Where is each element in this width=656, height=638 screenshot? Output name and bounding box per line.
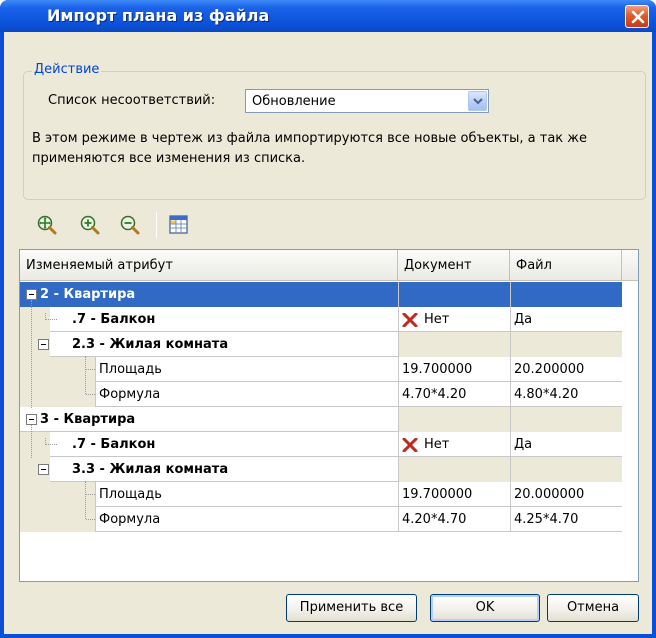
table-row[interactable]: .7 - Балкон Нет Да [20,307,622,332]
cell-attribute: Площадь [95,357,398,382]
cell-attribute: Формула [95,507,398,532]
cross-icon [402,438,418,452]
tree-line [86,394,95,395]
cell-attribute: Площадь [95,482,398,507]
tree-line [85,481,86,519]
cell-document [398,457,510,482]
cell-file: Да [510,432,622,457]
cell-file: 4.80*4.20 [510,382,622,407]
cell-attribute: .7 - Балкон [72,437,156,452]
tree-line [86,494,95,495]
chevron-down-icon [473,98,483,105]
table-row[interactable]: Формула 4.70*4.20 4.80*4.20 [20,382,622,407]
cell-document: Нет [398,432,510,457]
cell-file: 20.200000 [510,357,622,382]
window-title: Импорт плана из файла [47,6,270,25]
cell-file: 4.25*4.70 [510,507,622,532]
tree-line [45,313,46,320]
tree-line [31,300,32,408]
cell-attribute: 2 - Квартира [20,282,398,307]
cross-icon [402,313,418,327]
zoom-fit-icon [37,215,57,235]
tree-line [86,369,95,370]
cell-file: 20.000000 [510,482,622,507]
collapse-toggle[interactable] [38,464,49,475]
collapse-toggle[interactable] [26,289,37,300]
tree-line [45,438,46,445]
dropdown-button[interactable] [468,91,487,111]
cell-document: 19.700000 [398,482,510,507]
cell-document [398,407,510,432]
document-value: Нет [424,437,450,452]
cell-file [510,457,622,482]
mismatch-list-dropdown[interactable]: Обновление [245,89,489,113]
cell-attribute: Формула [95,382,398,407]
zoom-out-button[interactable] [118,213,142,237]
cancel-button[interactable]: Отмена [547,594,639,622]
table-row[interactable]: 3 - Квартира [20,407,622,432]
close-button[interactable] [625,5,649,28]
tree-line [45,444,57,445]
table-settings-icon [169,215,188,234]
action-groupbox-legend: Действие [32,62,102,77]
ok-button[interactable]: OK [430,594,540,622]
cell-document [398,282,510,307]
title-bar[interactable]: Импорт плана из файла [0,0,656,32]
cell-document [398,332,510,357]
cell-file: Да [510,307,622,332]
cell-document: Нет [398,307,510,332]
table-row[interactable]: Площадь 19.700000 20.000000 [20,482,622,507]
column-header-document[interactable]: Документ [398,250,510,281]
column-header-attribute[interactable]: Изменяемый атрибут [20,250,398,281]
document-value: Нет [424,312,450,327]
table-row[interactable]: 3.3 - Жилая комната [20,457,622,482]
zoom-in-button[interactable] [78,213,102,237]
column-header-filler [622,250,638,281]
collapse-toggle[interactable] [38,339,49,350]
table-settings-button[interactable] [167,213,191,237]
cell-document: 19.700000 [398,357,510,382]
cell-attribute: 2.3 - Жилая комната [72,337,229,352]
close-icon [631,10,645,24]
table-row[interactable]: .7 - Балкон Нет Да [20,432,622,457]
tree-line [85,356,86,394]
table-row[interactable]: Формула 4.20*4.70 4.25*4.70 [20,507,622,532]
mismatch-list-label: Список несоответствий: [48,93,216,108]
zoom-in-icon [80,215,100,235]
cell-file [510,332,622,357]
mode-description: В этом режиме в чертеж из файла импортир… [32,131,588,166]
table-row[interactable]: 2.3 - Жилая комната [20,332,622,357]
zoom-out-icon [120,215,140,235]
cell-attribute: 3.3 - Жилая комната [72,462,229,477]
cell-document: 4.20*4.70 [398,507,510,532]
collapse-toggle[interactable] [26,414,37,425]
cell-document: 4.70*4.20 [398,382,510,407]
tree-line [45,319,57,320]
toolbar-separator [156,212,157,238]
cell-file [510,282,622,307]
cell-attribute: .7 - Балкон [72,312,156,327]
tree-line [31,425,32,458]
cell-file [510,407,622,432]
column-header-file[interactable]: Файл [510,250,622,281]
mismatch-list-value: Обновление [252,94,336,109]
cell-attribute: 3 - Квартира [40,412,136,427]
zoom-fit-button[interactable] [35,213,59,237]
tree-line [86,519,95,520]
table-row[interactable]: Площадь 19.700000 20.200000 [20,357,622,382]
apply-all-button[interactable]: Применить все [286,594,417,622]
table-row[interactable]: 2 - Квартира [20,282,622,307]
